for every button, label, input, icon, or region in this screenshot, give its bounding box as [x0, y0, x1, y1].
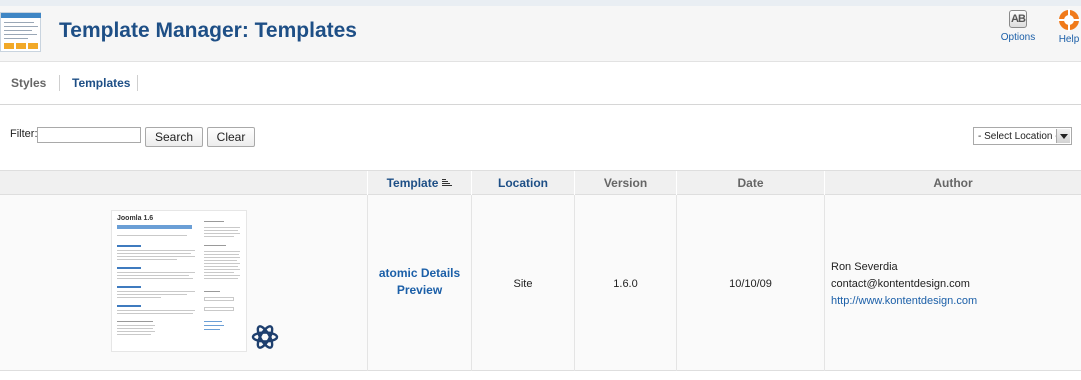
- template-preview-cell: Joomla 1.6: [0, 195, 367, 371]
- tab-styles[interactable]: Styles: [11, 76, 46, 90]
- help-button[interactable]: Help: [1054, 9, 1081, 56]
- tab-separator: [59, 75, 60, 91]
- options-button[interactable]: AB Options: [1000, 10, 1036, 56]
- author-url-link[interactable]: http://www.kontentdesign.com: [831, 293, 977, 310]
- templates-table: Template Location Version Date Author Jo…: [0, 170, 1081, 375]
- options-label: Options: [1000, 32, 1036, 43]
- tab-templates[interactable]: Templates: [72, 76, 130, 90]
- column-header-author: Author: [824, 171, 1081, 195]
- sort-ascending-icon: [442, 179, 453, 188]
- author-info: Ron Severdia contact@kontentdesign.com h…: [831, 259, 977, 310]
- template-name-cell: atomic Details Preview: [367, 195, 471, 371]
- lifebuoy-icon: [1058, 9, 1080, 31]
- author-name: Ron Severdia: [831, 261, 898, 273]
- column-header-template[interactable]: Template: [367, 171, 471, 195]
- column-header-version: Version: [574, 171, 676, 195]
- version-value: 1.6.0: [613, 278, 638, 290]
- column-header-template-label[interactable]: Template: [387, 176, 439, 190]
- column-header-preview: [0, 171, 367, 195]
- divider: [0, 104, 1081, 105]
- column-header-date: Date: [676, 171, 824, 195]
- table-header: Template Location Version Date Author: [0, 170, 1081, 195]
- column-header-location[interactable]: Location: [471, 171, 574, 195]
- page-title: Template Manager: Templates: [59, 19, 357, 42]
- author-cell: Ron Severdia contact@kontentdesign.com h…: [824, 195, 1081, 371]
- date-cell: 10/10/09: [676, 195, 824, 371]
- location-cell: Site: [471, 195, 574, 371]
- chevron-down-icon[interactable]: [1056, 129, 1070, 143]
- template-preview-link[interactable]: Preview: [368, 282, 471, 299]
- thumbnail-title: Joomla 1.6: [117, 215, 154, 222]
- table-row: Joomla 1.6 atomic Details Preview Site 1…: [0, 195, 1081, 371]
- options-icon: AB: [1009, 10, 1027, 28]
- location-value: Site: [513, 278, 533, 290]
- atom-icon: [251, 325, 279, 349]
- filter-label: Filter:: [10, 128, 38, 140]
- clear-button[interactable]: Clear: [207, 127, 255, 147]
- page-header: Template Manager: Templates AB Options H…: [0, 0, 1081, 62]
- template-manager-icon: [0, 12, 41, 52]
- search-button[interactable]: Search: [145, 127, 203, 147]
- submenu-tabs: Styles Templates: [0, 73, 1081, 93]
- filter-input[interactable]: [37, 127, 141, 143]
- template-details-link[interactable]: atomic Details: [368, 265, 471, 282]
- date-value: 10/10/09: [729, 278, 772, 290]
- version-cell: 1.6.0: [574, 195, 676, 371]
- tab-separator: [137, 75, 138, 91]
- header-top-strip: [0, 0, 1081, 6]
- location-select-value: - Select Location -: [978, 131, 1059, 142]
- help-label: Help: [1058, 34, 1080, 45]
- author-email: contact@kontentdesign.com: [831, 278, 970, 290]
- location-select[interactable]: - Select Location -: [973, 127, 1072, 145]
- template-thumbnail[interactable]: Joomla 1.6: [111, 210, 247, 352]
- template-name-link[interactable]: atomic Details Preview: [368, 265, 471, 299]
